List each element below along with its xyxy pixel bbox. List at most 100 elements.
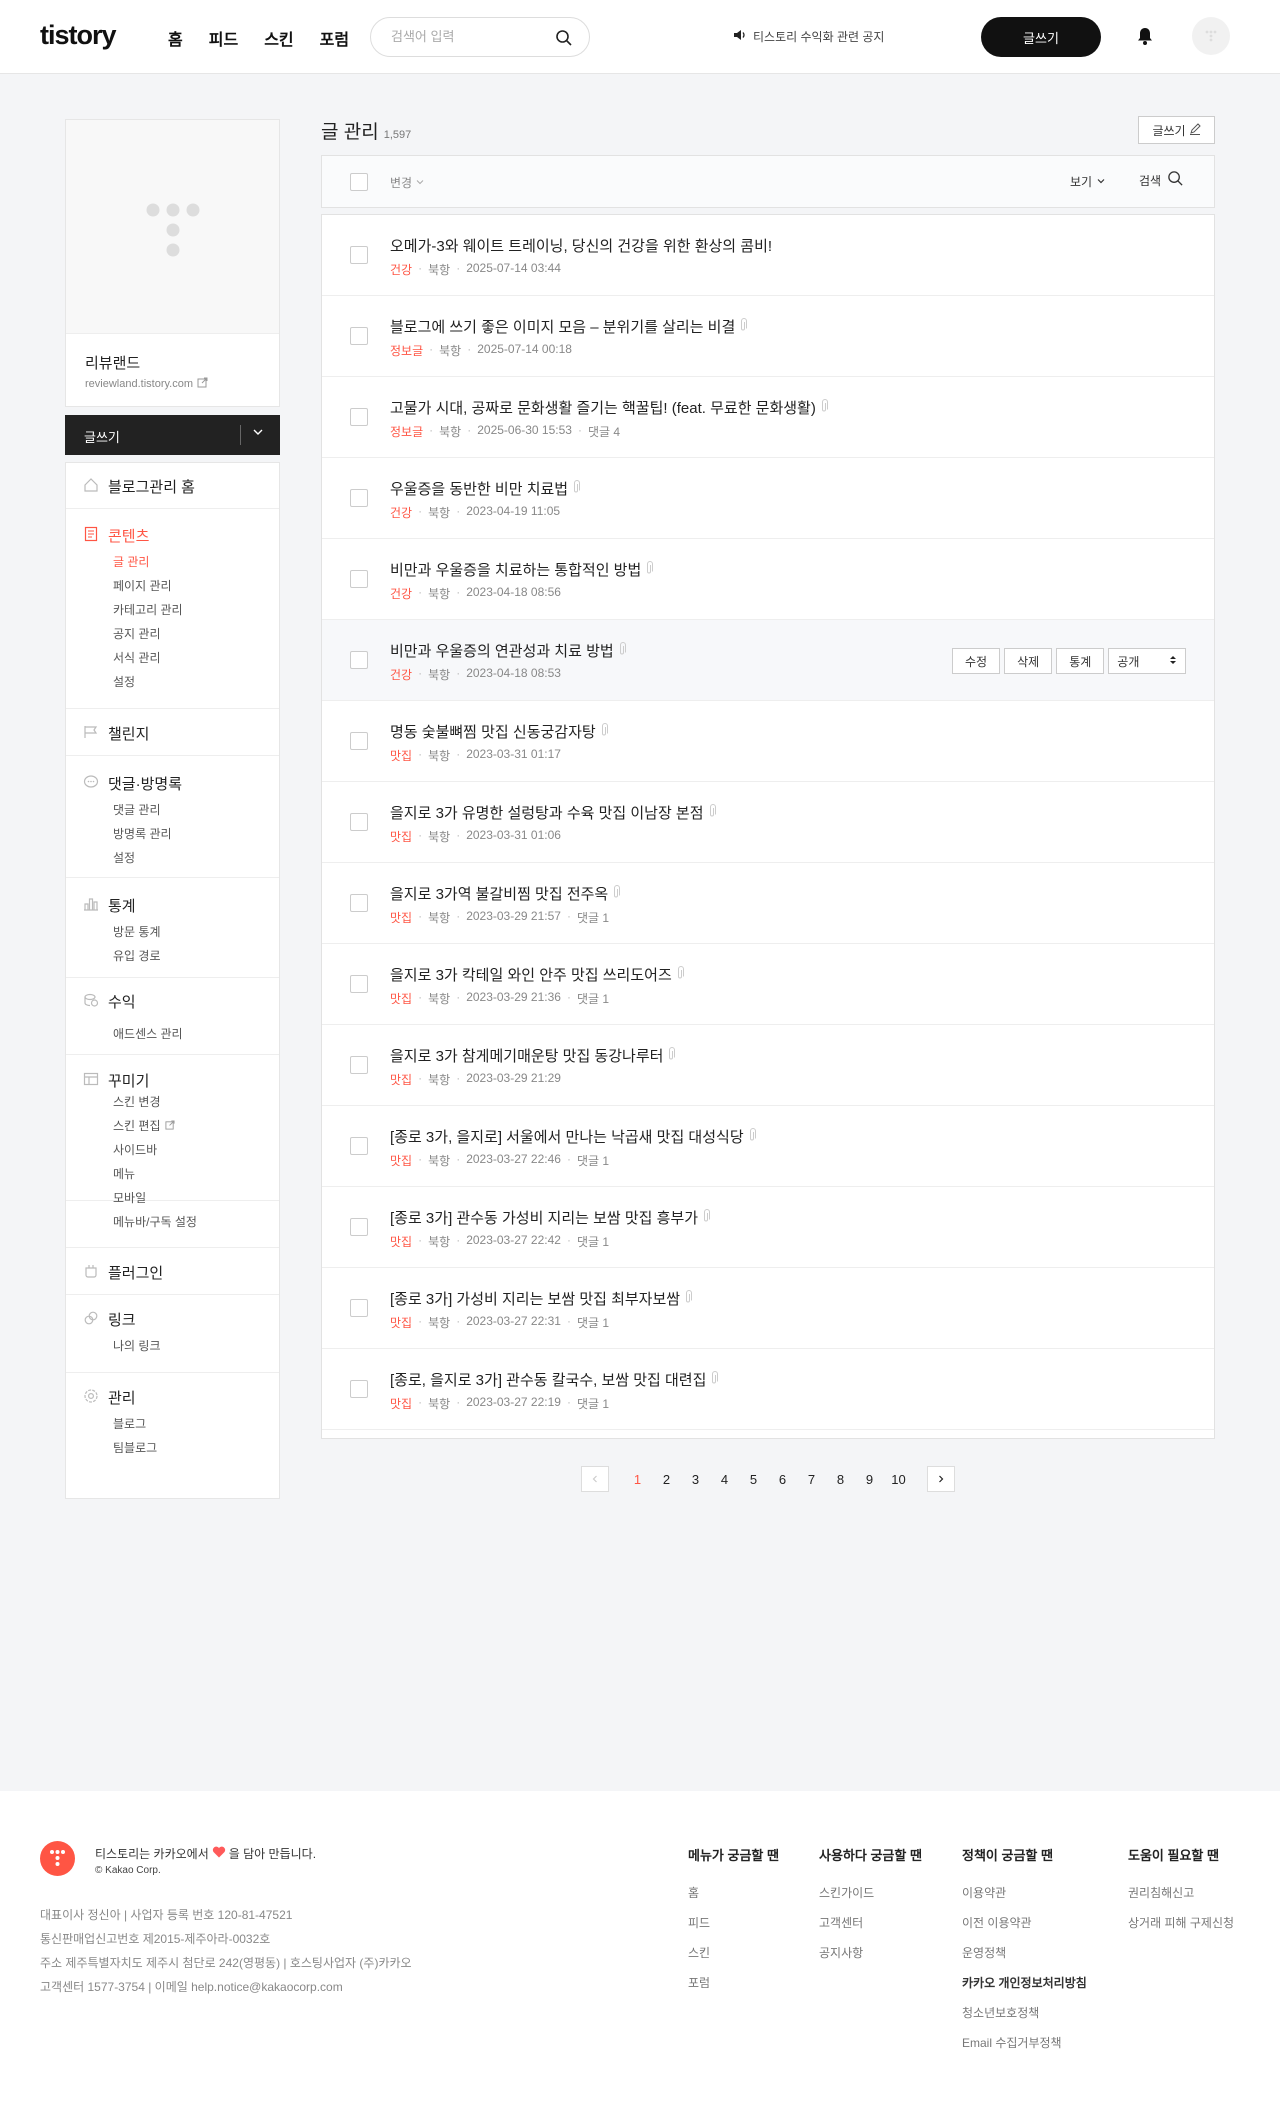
visibility-select[interactable]: 공개	[1108, 648, 1187, 674]
write-post-button[interactable]: 글쓰기	[1138, 116, 1215, 144]
profile-avatar[interactable]	[1192, 17, 1230, 55]
sidebar-item-menu[interactable]: 메뉴	[113, 1165, 135, 1182]
footer-link[interactable]: 피드	[688, 1914, 779, 1944]
post-row[interactable]: [종로 3가, 을지로] 서울에서 만나는 낙곱새 맛집 대성식당 맛집 · 북항 · 2…	[322, 1106, 1214, 1187]
post-category[interactable]: 맛집	[390, 990, 412, 1007]
post-title-link[interactable]: 오메가-3와 웨이트 트레이닝, 당신의 건강을 위한 환상의 콤비!	[390, 235, 772, 256]
sidebar-item-team-blog[interactable]: 팀블로그	[113, 1439, 157, 1456]
toolbar-search-button[interactable]: 검색	[1139, 170, 1184, 190]
post-category[interactable]: 건강	[390, 666, 412, 683]
post-title-link[interactable]: [종로 3가] 관수동 가성비 지리는 보쌈 맛집 흥부가	[390, 1207, 711, 1228]
post-comments[interactable]: 댓글 1	[577, 990, 609, 1007]
sidebar-item-visit-stats[interactable]: 방문 통계	[113, 923, 161, 940]
post-row[interactable]: 우울증을 동반한 비만 치료법 건강 · 북항 · 2023-04-19 11:05	[322, 458, 1214, 539]
blog-url-link[interactable]: reviewland.tistory.com	[85, 377, 208, 391]
sidebar-item-pages[interactable]: 페이지 관리	[113, 577, 172, 594]
post-category[interactable]: 건강	[390, 585, 412, 602]
sidebar-item-menubar-subscribe[interactable]: 메뉴바/구독 설정	[113, 1213, 197, 1230]
page-number[interactable]: 7	[797, 1472, 826, 1487]
sidebar-item-contents-settings[interactable]: 설정	[113, 673, 135, 690]
post-category[interactable]: 정보글	[390, 423, 423, 440]
page-number[interactable]: 6	[768, 1472, 797, 1487]
post-checkbox[interactable]	[350, 1299, 368, 1317]
post-checkbox[interactable]	[350, 813, 368, 831]
footer-link[interactable]: 권리침해신고	[1128, 1884, 1234, 1914]
search-icon[interactable]	[555, 29, 573, 52]
post-comments[interactable]: 댓글 1	[577, 1314, 609, 1331]
post-row[interactable]: 명동 숯불뼈찜 맛집 신동궁감자탕 맛집 · 북항 · 2023-03-31 01:17	[322, 701, 1214, 782]
sidebar-item-manage[interactable]: 관리	[83, 1387, 136, 1408]
sidebar-item-comment-manage[interactable]: 댓글 관리	[113, 801, 161, 818]
post-row[interactable]: 고물가 시대, 공짜로 문화생활 즐기는 핵꿀팁! (feat. 무료한 문화생…	[322, 377, 1214, 458]
footer-link[interactable]: 이전 이용약관	[962, 1914, 1087, 1944]
sidebar-item-adsense[interactable]: 애드센스 관리	[113, 1025, 183, 1042]
sidebar-item-stats[interactable]: 통계	[83, 895, 136, 916]
post-row[interactable]: 비만과 우울증의 연관성과 치료 방법 건강 · 북항 · 2023-04-18 08:5…	[322, 620, 1214, 701]
post-comments[interactable]: 댓글 1	[577, 1233, 609, 1250]
post-checkbox[interactable]	[350, 1137, 368, 1155]
nav-skin[interactable]: 스킨	[264, 26, 293, 50]
nav-feed[interactable]: 피드	[209, 26, 238, 50]
post-row[interactable]: 을지로 3가 칵테일 와인 안주 맛집 쓰리도어즈 맛집 · 북항 · 2023-03-2…	[322, 944, 1214, 1025]
page-number[interactable]: 1	[623, 1472, 652, 1487]
post-checkbox[interactable]	[350, 246, 368, 264]
sidebar-item-guestbook-manage[interactable]: 방명록 관리	[113, 825, 172, 842]
notice-link[interactable]: 티스토리 수익화 관련 공지	[733, 28, 884, 45]
page-number[interactable]: 4	[710, 1472, 739, 1487]
footer-link[interactable]: 이용약관	[962, 1884, 1087, 1914]
prev-page-button[interactable]	[581, 1466, 609, 1492]
tistory-logo[interactable]: tistory	[40, 20, 117, 51]
post-category[interactable]: 맛집	[390, 1395, 412, 1412]
page-number[interactable]: 2	[652, 1472, 681, 1487]
sidebar-item-posts[interactable]: 글 관리	[113, 553, 149, 570]
footer-link[interactable]: 스킨가이드	[819, 1884, 922, 1914]
post-comments[interactable]: 댓글 1	[577, 909, 609, 926]
post-title-link[interactable]: 비만과 우울증의 연관성과 치료 방법	[390, 640, 626, 661]
post-checkbox[interactable]	[350, 408, 368, 426]
post-checkbox[interactable]	[350, 732, 368, 750]
edit-button[interactable]: 수정	[952, 648, 1001, 674]
sidebar-item-blog[interactable]: 블로그	[113, 1415, 146, 1432]
post-category[interactable]: 건강	[390, 261, 412, 278]
post-comments[interactable]: 댓글 4	[588, 423, 620, 440]
footer-link[interactable]: 고객센터	[819, 1914, 922, 1944]
post-category[interactable]: 정보글	[390, 342, 423, 359]
post-title-link[interactable]: 을지로 3가 참게메기매운탕 맛집 동강나루터	[390, 1045, 676, 1066]
footer-link[interactable]: 청소년보호정책	[962, 2004, 1087, 2034]
footer-link[interactable]: 상거래 피해 구제신청	[1128, 1914, 1234, 1944]
post-row[interactable]: 을지로 3가 유명한 설렁탕과 수육 맛집 이남장 본점 맛집 · 북항 · 2023-0…	[322, 782, 1214, 863]
page-number[interactable]: 9	[855, 1472, 884, 1487]
post-title-link[interactable]: [종로 3가, 을지로] 서울에서 만나는 낙곱새 맛집 대성식당	[390, 1126, 756, 1147]
post-title-link[interactable]: [종로, 을지로 3가] 관수동 칼국수, 보쌈 맛집 대련집	[390, 1369, 719, 1390]
post-category[interactable]: 맛집	[390, 1314, 412, 1331]
sidebar-item-mobile[interactable]: 모바일	[113, 1189, 146, 1206]
footer-link[interactable]: 스킨	[688, 1944, 779, 1974]
post-checkbox[interactable]	[350, 1056, 368, 1074]
select-all-checkbox[interactable]	[350, 173, 368, 191]
post-row[interactable]: 을지로 3가역 불갈비찜 맛집 전주옥 맛집 · 북항 · 2023-03-29 21:5…	[322, 863, 1214, 944]
post-category[interactable]: 맛집	[390, 1233, 412, 1250]
nav-forum[interactable]: 포럼	[320, 26, 349, 50]
bell-icon[interactable]	[1136, 26, 1154, 51]
post-title-link[interactable]: 비만과 우울증을 치료하는 통합적인 방법	[390, 559, 654, 580]
post-row[interactable]: 블로그에 쓰기 좋은 이미지 모음 – 분위기를 살리는 비결 정보글 · 북항 · 20…	[322, 296, 1214, 377]
post-row[interactable]: [종로 3가] 관수동 가성비 지리는 보쌈 맛집 흥부가 맛집 · 북항 · 2023-…	[322, 1187, 1214, 1268]
sidebar-item-plugin[interactable]: 플러그인	[83, 1262, 163, 1283]
page-number[interactable]: 8	[826, 1472, 855, 1487]
post-category[interactable]: 맛집	[390, 909, 412, 926]
post-comments[interactable]: 댓글 1	[577, 1395, 609, 1412]
blog-thumbnail[interactable]	[66, 120, 279, 334]
post-checkbox[interactable]	[350, 1218, 368, 1236]
post-category[interactable]: 건강	[390, 504, 412, 521]
post-comments[interactable]: 댓글 1	[577, 1152, 609, 1169]
post-category[interactable]: 맛집	[390, 828, 412, 845]
footer-link[interactable]: 운영정책	[962, 1944, 1087, 1974]
sidebar-item-blog-admin-home[interactable]: 블로그관리 홈	[83, 476, 195, 497]
blog-name[interactable]: 리뷰랜드	[85, 352, 140, 373]
sidebar-item-sidebar[interactable]: 사이드바	[113, 1141, 157, 1158]
post-title-link[interactable]: 고물가 시대, 공짜로 문화생활 즐기는 핵꿀팁! (feat. 무료한 문화생…	[390, 397, 828, 418]
delete-button[interactable]: 삭제	[1004, 648, 1053, 674]
sidebar-item-notices[interactable]: 공지 관리	[113, 625, 161, 642]
post-row[interactable]: 오메가-3와 웨이트 트레이닝, 당신의 건강을 위한 환상의 콤비! 건강 · 북항…	[322, 215, 1214, 296]
sidebar-item-categories[interactable]: 카테고리 관리	[113, 601, 183, 618]
